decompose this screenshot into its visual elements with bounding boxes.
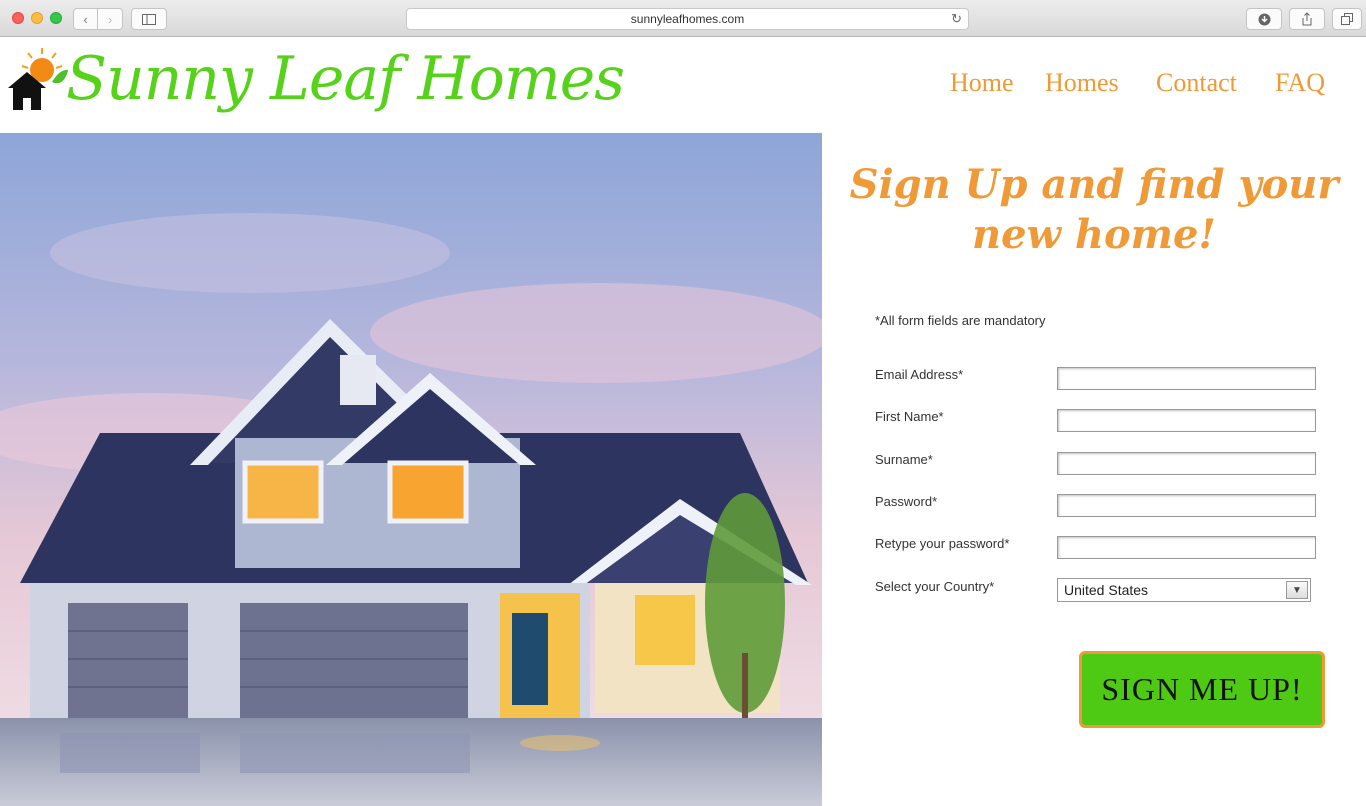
first-name-field[interactable] <box>1057 409 1316 432</box>
surname-label: Surname* <box>875 452 933 467</box>
surname-field[interactable] <box>1057 452 1316 475</box>
tabs-icon <box>1341 13 1353 25</box>
address-bar[interactable]: sunnyleafhomes.com ↻ <box>406 8 969 30</box>
back-button[interactable]: ‹ <box>73 8 98 30</box>
email-field[interactable] <box>1057 367 1316 390</box>
tabs-overview-button[interactable] <box>1332 8 1362 30</box>
house-sun-logo-icon[interactable] <box>8 46 68 112</box>
download-icon <box>1258 13 1270 25</box>
share-icon <box>1302 12 1312 26</box>
email-label: Email Address* <box>875 367 964 382</box>
minimize-window-button[interactable] <box>31 12 43 24</box>
house-hero-image <box>0 133 822 806</box>
nav-contact[interactable]: Contact <box>1156 68 1237 98</box>
nav-faq[interactable]: FAQ <box>1275 68 1325 98</box>
url-text: sunnyleafhomes.com <box>630 12 745 26</box>
share-button[interactable] <box>1289 8 1325 30</box>
password-field[interactable] <box>1057 494 1316 517</box>
retype-password-field[interactable] <box>1057 536 1316 559</box>
first-name-label: First Name* <box>875 409 944 424</box>
signup-heading: Sign Up and find your new home! <box>849 161 1339 258</box>
nav-homes[interactable]: Homes <box>1045 68 1119 98</box>
sidebar-toggle-button[interactable] <box>131 8 167 30</box>
chevron-right-icon: › <box>107 11 113 27</box>
mandatory-note: *All form fields are mandatory <box>875 313 1046 328</box>
sign-me-up-button[interactable]: SIGN ME UP! <box>1079 651 1325 728</box>
country-label: Select your Country* <box>875 579 995 594</box>
reload-icon[interactable]: ↻ <box>951 11 962 27</box>
country-select[interactable]: United States ▼ <box>1057 578 1311 602</box>
chevron-down-icon[interactable]: ▼ <box>1286 581 1308 599</box>
close-window-button[interactable] <box>12 12 24 24</box>
country-select-value: United States <box>1064 582 1149 598</box>
zoom-window-button[interactable] <box>50 12 62 24</box>
forward-button[interactable]: › <box>98 8 123 30</box>
nav-home[interactable]: Home <box>950 68 1014 98</box>
retype-password-label: Retype your password* <box>875 536 1010 551</box>
site-brand[interactable]: Sunny Leaf Homes <box>66 44 625 114</box>
downloads-button[interactable] <box>1246 8 1282 30</box>
sidebar-icon <box>142 13 156 25</box>
password-label: Password* <box>875 494 938 509</box>
chevron-left-icon: ‹ <box>83 11 88 27</box>
browser-toolbar: ‹ › sunnyleafhomes.com ↻ <box>0 0 1366 37</box>
